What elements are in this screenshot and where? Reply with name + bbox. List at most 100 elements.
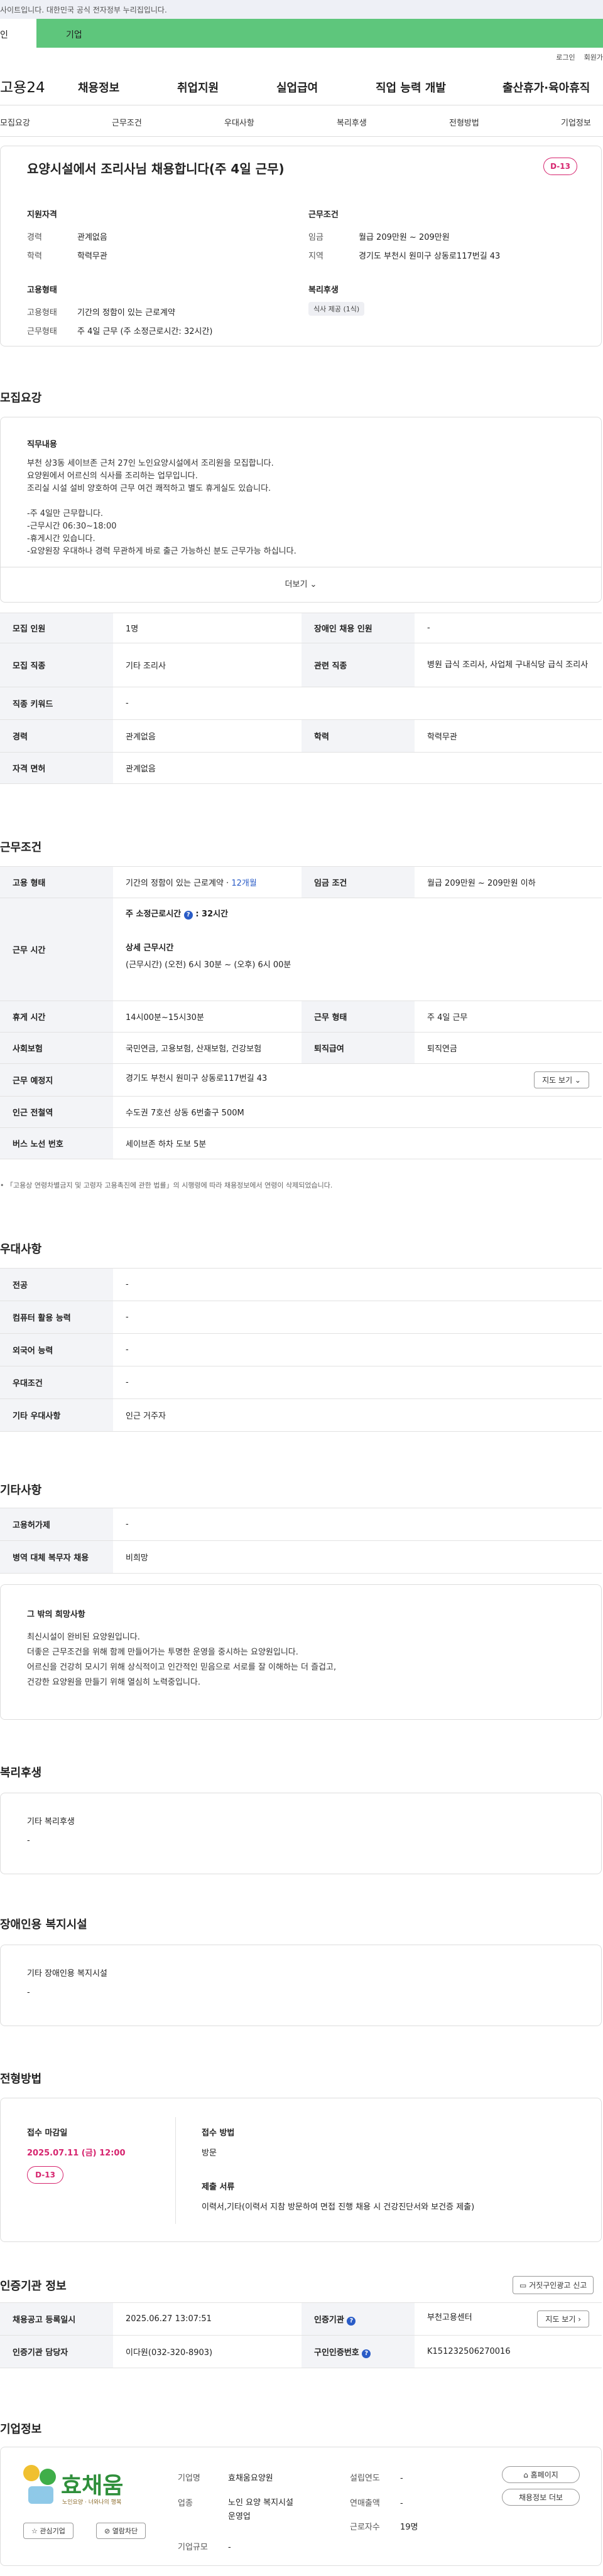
cond-region: 지역 경기도 부천시 원미구 상동로117번길 43 — [308, 252, 501, 261]
benefit-box-title: 기타 복리후생 — [27, 1817, 75, 1827]
more-button[interactable]: 더보기 ⌄ — [1, 567, 601, 602]
age-footnote: • 「고용상 연령차별금지 및 고령자 고용촉진에 관한 법률」의 시행령에 따… — [0, 1181, 333, 1189]
work-table: 고용 형태 기간의 정함이 있는 근로계약 · 12개월 임금 조건 월급 20… — [0, 866, 602, 1159]
info-icon[interactable]: ? — [347, 2316, 356, 2326]
company-name: 기업명 효채움요양원 — [178, 2474, 273, 2483]
tab-company[interactable]: 기업정보 — [561, 116, 591, 128]
table-header: 버스 노선 번호 — [0, 1127, 113, 1159]
tab-benefits[interactable]: 복리후생 — [337, 116, 367, 128]
other-wishes-title: 그 밖의 희망사항 — [27, 1610, 85, 1619]
table-header: 구인인증번호 ? — [302, 2335, 415, 2368]
table-cell: 기타 조리사 — [113, 643, 302, 687]
block-company-button[interactable]: ⊘ 열람차단 — [96, 2523, 146, 2539]
table-header: 경력 — [0, 719, 113, 753]
tab-work-conditions[interactable]: 근무조건 — [112, 116, 142, 128]
table-cell: 국민연금, 고용보험, 산재보험, 건강보험 — [113, 1032, 302, 1064]
job-desc-title: 직무내용 — [27, 440, 57, 449]
company-size: 기업규모 - — [178, 2543, 231, 2552]
deadline-title: 접수 마감일 — [27, 2128, 68, 2138]
logo-mark-icon — [28, 2486, 53, 2504]
table-cell: 부천고용센터 지도 보기 › — [415, 2302, 602, 2336]
report-fake-ad-button[interactable]: ▭ 거짓구인광고 신고 — [513, 2276, 594, 2294]
agency-map-button[interactable]: 지도 보기 › — [537, 2310, 589, 2327]
company-section-title: 기업정보 — [0, 2423, 42, 2436]
docs-title: 제출 서류 — [202, 2182, 235, 2192]
info-icon[interactable]: ? — [362, 2349, 371, 2358]
table-cell: 1명 — [113, 613, 302, 643]
table-row: 외국어 능력 - — [0, 1333, 602, 1366]
qual-education: 학력 학력무관 — [27, 252, 107, 261]
gnb-item-parental-leave[interactable]: 출산휴가·육아휴직 — [503, 79, 590, 95]
table-row: 기타 우대사항 인근 거주자 — [0, 1398, 602, 1432]
deadline-value: 2025.07.11 (금) 12:00 — [27, 2149, 126, 2158]
table-cell: 인근 거주자 — [113, 1398, 602, 1432]
logo-mark-icon — [40, 2469, 56, 2485]
more-jobs-button[interactable]: 채용정보 더보 — [502, 2489, 580, 2506]
recruit-table: 모집 인원 1명 장애인 채용 인원 - 모집 직종 기타 조리사 관련 직종 … — [0, 613, 602, 784]
method-title: 접수 방법 — [202, 2128, 235, 2138]
favorite-company-button[interactable]: ☆ 관심기업 — [23, 2523, 73, 2539]
table-header: 모집 직종 — [0, 643, 113, 687]
tab-recruit[interactable]: 모집요강 — [0, 116, 30, 128]
gov-notice-bar: 사이트입니다. 대한민국 공식 전자정부 누리집입니다. — [0, 0, 603, 19]
job-desc-body: 부천 상3동 세이브존 근처 27인 노인요양시설에서 조리원을 모집합니다. … — [27, 459, 296, 556]
table-header: 인증기관 ? — [302, 2302, 415, 2336]
tab-preferences[interactable]: 우대사항 — [224, 116, 254, 128]
tab-business[interactable]: 기업 — [36, 19, 603, 48]
gnb-item-unemployment-benefit[interactable]: 실업급여 — [276, 79, 318, 95]
etc-section-title: 기타사항 — [0, 1484, 42, 1497]
job-description-card: 직무내용 부천 상3동 세이브존 근처 27인 노인요양시설에서 조리원을 모집… — [0, 417, 602, 603]
site-logo[interactable]: 고용24 — [0, 75, 79, 97]
table-header: 학력 — [302, 719, 415, 753]
table-row: 모집 직종 기타 조리사 관련 직종 병원 급식 조리사, 사업체 구내식당 급… — [0, 643, 602, 687]
info-icon[interactable]: ? — [183, 911, 193, 920]
detail-hours-title: 상세 근무시간 — [126, 943, 174, 953]
table-row: 채용공고 등록일시 2025.06.27 13:07:51 인증기관 ? 부천고… — [0, 2302, 602, 2336]
table-cell: 관계없음 — [113, 752, 602, 784]
docs-value: 이력서,기타(이력서 지참 방문하여 면접 진행 채용 시 건강진단서와 보건증… — [202, 2203, 475, 2212]
table-row: 사회보험 국민연금, 고용보험, 산재보험, 건강보험 퇴직급여 퇴직연금 — [0, 1032, 602, 1064]
work-type: 근무형태 주 4일 근무 (주 소정근로시간: 32시간) — [27, 327, 213, 336]
company-industry: 업종 노인 요양 복지시설 운영업 — [178, 2498, 293, 2521]
company-card: 효채움 노인요양 · 너와나의 행복 ☆ 관심기업 ⊘ 열람차단 기업명 효채움요… — [0, 2447, 602, 2566]
table-header: 인증기관 담당자 — [0, 2335, 113, 2368]
table-row: 휴게 시간 14시00분~15시30분 근무 형태 주 4일 근무 — [0, 1001, 602, 1033]
disability-box-title: 기타 장애인용 복지시설 — [27, 1969, 107, 1978]
table-header: 우대조건 — [0, 1366, 113, 1399]
apply-card: 접수 마감일 2025.07.11 (금) 12:00 D-13 접수 방법 방… — [0, 2098, 602, 2242]
benefit-section-title: 복리후생 — [0, 1766, 42, 1779]
table-cell: 2025.06.27 13:07:51 — [113, 2302, 302, 2336]
table-cell: 비희망 — [113, 1540, 602, 1574]
agency-section-title: 인증기관 정보 — [0, 2280, 67, 2293]
tab-individual[interactable]: 인 — [0, 19, 36, 48]
table-cell: - — [113, 1333, 602, 1366]
pref-section-title: 우대사항 — [0, 1243, 42, 1256]
table-header: 컴퓨터 활용 능력 — [0, 1301, 113, 1334]
table-header: 근무 형태 — [302, 1001, 415, 1033]
table-cell: 14시00분~15시30분 — [113, 1001, 302, 1033]
homepage-button[interactable]: ⌂ 홈페이지 — [502, 2466, 580, 2483]
table-header: 임금 조건 — [302, 866, 415, 898]
other-wishes-card: 그 밖의 희망사항 최신시설이 완비된 요양원입니다. 더좋은 근무조건을 위해… — [0, 1584, 602, 1720]
tab-selection[interactable]: 전형방법 — [449, 116, 479, 128]
benefit-box-value: - — [27, 1836, 30, 1845]
map-toggle-button[interactable]: 지도 보기 ⌄ — [534, 1071, 589, 1088]
weekly-hours-label: 주 소정근로시간 — [126, 910, 182, 919]
table-cell: - — [113, 1301, 602, 1334]
divider — [175, 2117, 176, 2224]
logo-text: 효채움 — [61, 2473, 124, 2499]
table-header: 자격 면허 — [0, 752, 113, 784]
gnb-item-vocational-training[interactable]: 직업 능력 개발 — [376, 79, 446, 95]
join-link[interactable]: 회원가 — [584, 52, 603, 62]
gnb-item-employment-support[interactable]: 취업지원 — [177, 79, 219, 95]
disability-box-value: - — [27, 1988, 30, 1997]
gnb-item-jobs[interactable]: 채용정보 — [78, 79, 119, 95]
disability-section-title: 장애인용 복지시설 — [0, 1918, 87, 1931]
table-header: 전공 — [0, 1268, 113, 1301]
employment-type-title: 고용형태 — [27, 286, 57, 295]
login-link[interactable]: 로그인 — [556, 52, 575, 62]
cond-wage: 임금 월급 209만원 ~ 209만원 — [308, 233, 450, 242]
gov-notice-text: 사이트입니다. 대한민국 공식 전자정부 누리집입니다. — [0, 6, 167, 14]
table-cell: 병원 급식 조리사, 사업체 구내식당 급식 조리사 — [415, 643, 602, 687]
method-value: 방문 — [202, 2149, 217, 2158]
